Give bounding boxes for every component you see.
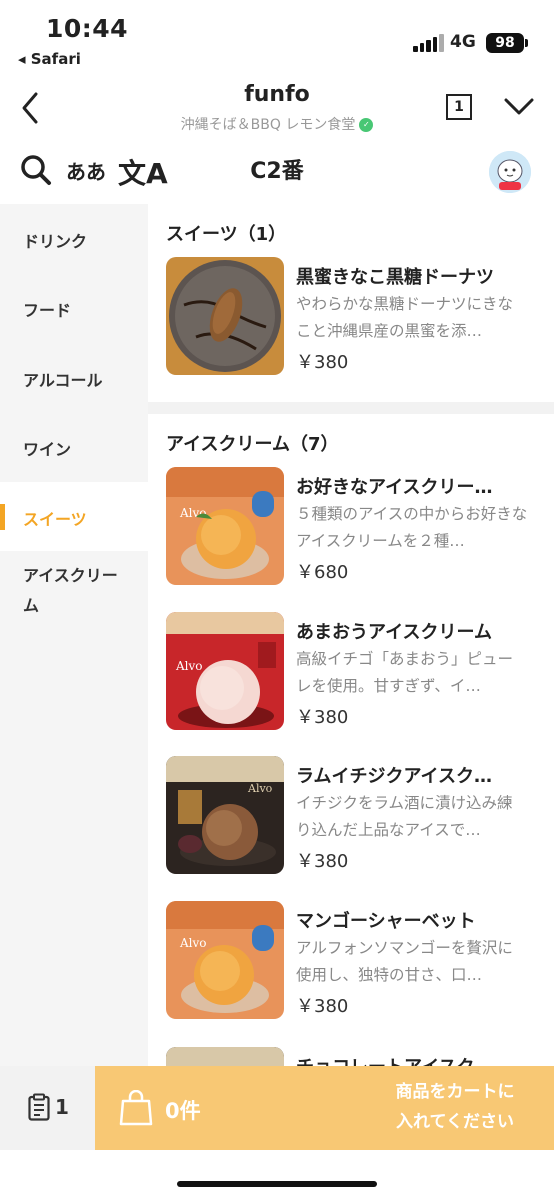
item-description: イチジクをラム酒に漬け込み練り込んだ上品なアイスで… [296,794,513,839]
back-chevron-icon[interactable] [16,88,46,128]
item-photo: Alvo [166,612,284,730]
cart-count: 0件 [165,1099,201,1123]
item-photo [166,1047,284,1066]
category-sidebar: ドリンク フード アルコール ワイン スイーツ アイスクリーム [0,204,148,1066]
item-description: ５種類のアイスの中からお好きなアイスクリームを２種… [296,505,528,550]
cart-message-line-2: 入れてください [396,1112,514,1132]
sidebar-item-icecream[interactable]: アイスクリーム [0,551,130,635]
status-time: 10:44 [46,14,129,43]
section-title-icecream: アイスクリーム（7） [166,434,339,455]
status-bar: 10:44 ◂ Safari 4G 98 [0,0,554,78]
store-name-text: 沖縄そば＆BBQ レモン食堂 [180,117,356,133]
item-description: やわらかな黒糖ドーナツにきなこと沖縄県産の黒蜜を添… [296,295,514,340]
bottom-bar: 1 0件 商品をカートに 入れてください [0,1066,554,1150]
svg-text:Alvo: Alvo [247,782,273,795]
tab-count-button[interactable]: 1 [446,94,472,120]
item-photo: Alvo [166,901,284,1019]
svg-text:Alvo: Alvo [179,506,207,520]
network-type: 4G [450,32,476,52]
item-description: 高級イチゴ「あまおう」ピューレを使用。甘すぎず、イ… [296,650,514,695]
order-history-count: 1 [55,1095,69,1119]
store-name: 沖縄そば＆BBQ レモン食堂 ✓ [120,114,434,134]
section-title-sweets: スイーツ（1） [166,224,287,245]
menu-item[interactable]: Alvo ラムイチジクアイスク… イチジクをラム酒に漬け込み練り込んだ上品なアイ… [166,756,546,876]
item-price: ￥380 [296,352,349,373]
order-history-button[interactable]: 1 [0,1066,95,1150]
seat-number: C2番 [250,159,304,184]
item-price: ￥380 [296,851,349,872]
item-price: ￥380 [296,707,349,728]
item-photo: Alvo [166,467,284,585]
sidebar-item-alcohol[interactable]: アルコール [0,343,148,412]
item-name: あまおうアイスクリーム [296,622,493,643]
search-icon[interactable] [20,153,52,187]
section-divider [148,402,554,414]
home-indicator [177,1181,377,1187]
menu-item[interactable]: チョコレートアイスク… [166,1047,546,1066]
menu-list: スイーツ（1） 黒蜜きなこ黒糖ドーナツ やわらかな黒糖ドーナツにきなこと沖縄県産… [148,204,554,1066]
item-name: チョコレートアイスク… [296,1053,526,1066]
cart-button[interactable]: 0件 商品をカートに 入れてください [95,1066,554,1150]
signal-icon [413,34,444,52]
menu-item[interactable]: Alvo あまおうアイスクリーム 高級イチゴ「あまおう」ピューレを使用。甘すぎず… [166,612,546,732]
item-name: 黒蜜きなこ黒糖ドーナツ [296,267,494,288]
shopping-bag-icon [119,1089,153,1126]
language-button[interactable]: ああ [66,156,106,185]
avatar[interactable] [489,151,531,193]
menu-item[interactable]: Alvo マンゴーシャーベット アルフォンソマンゴーを贅沢に使用し、独特の甘さ、… [166,901,546,1021]
item-photo: Alvo [166,756,284,874]
svg-text:Alvo: Alvo [175,659,203,673]
item-price: ￥380 [296,996,349,1017]
svg-text:Alvo: Alvo [179,936,207,950]
cart-message-line-1: 商品をカートに [395,1082,515,1102]
sidebar-item-sweets[interactable]: スイーツ [0,482,148,551]
cart-message: 商品をカートに 入れてください [375,1077,535,1137]
page-title: funfo [244,82,310,107]
item-photo [166,257,284,375]
sidebar-item-drink[interactable]: ドリンク [0,204,148,273]
sidebar-item-wine[interactable]: ワイン [0,412,148,481]
verified-icon: ✓ [359,118,374,132]
item-name: マンゴーシャーベット [296,911,476,932]
battery-icon: 98 [486,33,528,53]
clipboard-icon [28,1093,50,1121]
item-price: ￥680 [296,562,349,583]
menu-item[interactable]: Alvo お好きなアイスクリー… ５種類のアイスの中からお好きなアイスクリームを… [166,467,546,587]
item-name: お好きなアイスクリー… [296,477,493,498]
sidebar-item-food[interactable]: フード [0,273,148,342]
item-name: ラムイチジクアイスク… [296,766,493,787]
back-to-safari-link[interactable]: ◂ Safari [18,50,81,68]
chevron-down-icon[interactable] [502,92,536,122]
translate-icon[interactable]: 文A [118,152,168,192]
menu-item[interactable]: 黒蜜きなこ黒糖ドーナツ やわらかな黒糖ドーナツにきなこと沖縄県産の黒蜜を添… ￥… [166,257,546,377]
item-description: アルフォンソマンゴーを贅沢に使用し、独特の甘さ、口… [296,939,513,984]
